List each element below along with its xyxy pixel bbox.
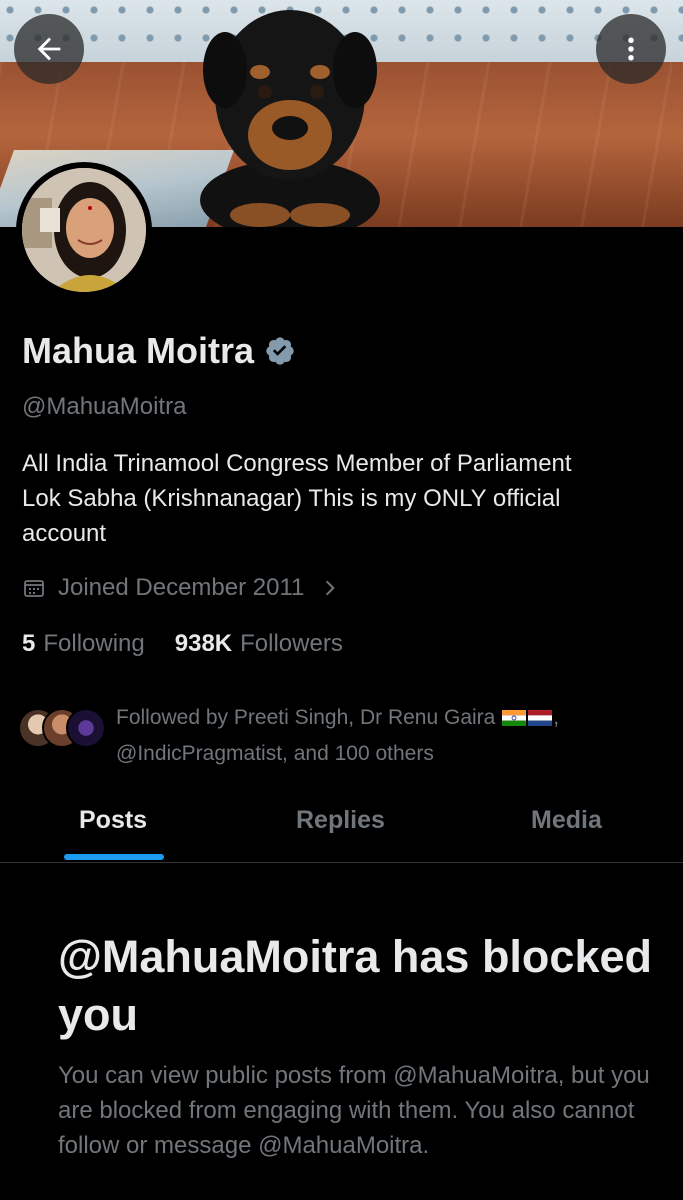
avatar[interactable] xyxy=(16,162,152,298)
blocked-message: You can view public posts from @MahuaMoi… xyxy=(58,1062,650,1159)
followed-by-text: Followed by Preeti Singh, Dr Renu Gaira … xyxy=(116,700,636,772)
follow-counts: 5 Following 938K Followers xyxy=(22,630,373,658)
puppy-image xyxy=(200,10,380,227)
tab-media[interactable]: Media xyxy=(531,806,602,835)
follower-avatar xyxy=(66,708,106,748)
verified-badge-icon xyxy=(266,337,294,365)
follower-avatars xyxy=(18,708,106,748)
followed-by[interactable]: Followed by Preeti Singh, Dr Renu Gaira … xyxy=(18,702,636,772)
blocked-title: @MahuaMoitra has blocked you xyxy=(58,931,652,1040)
followed-by-line2: @IndicPragmatist, and 100 others xyxy=(116,742,434,765)
active-tab-indicator xyxy=(64,854,164,860)
bio-line: account xyxy=(22,520,107,547)
tab-replies[interactable]: Replies xyxy=(296,806,385,835)
followers-link[interactable]: 938K Followers xyxy=(175,630,343,658)
more-options-button[interactable] xyxy=(596,14,666,84)
profile-tabs: Posts Replies Media xyxy=(0,790,683,863)
calendar-icon xyxy=(24,580,44,597)
joined-label: Joined December 2011 xyxy=(58,574,305,601)
arrow-left-icon xyxy=(37,37,61,61)
joined-date[interactable]: Joined December 2011 xyxy=(22,574,352,602)
netherlands-flag-icon xyxy=(528,710,553,727)
bio-line: Lok Sabha (Krishnanagar) This is my ONLY… xyxy=(22,485,561,512)
followed-by-separator: , xyxy=(553,706,560,729)
profile-name: Mahua Moitra xyxy=(22,330,255,371)
back-button[interactable] xyxy=(14,14,84,84)
profile-bio: All India Trinamool Congress Member of P… xyxy=(22,446,662,551)
following-count: 5 xyxy=(22,630,36,657)
india-flag-icon xyxy=(502,710,527,727)
followed-by-line1: Followed by Preeti Singh, Dr Renu Gaira xyxy=(116,706,496,729)
followers-count: 938K xyxy=(174,630,233,657)
following-label: Following xyxy=(43,630,145,657)
followers-label: Followers xyxy=(240,630,343,657)
following-link[interactable]: 5 Following xyxy=(22,630,145,658)
profile-name-row: Mahua Moitra xyxy=(22,330,296,372)
tab-posts[interactable]: Posts xyxy=(79,806,147,835)
chevron-right-icon xyxy=(326,580,336,596)
avatar-image xyxy=(22,168,146,292)
profile-handle: @MahuaMoitra xyxy=(22,393,187,420)
bio-line: All India Trinamool Congress Member of P… xyxy=(22,450,572,477)
more-vertical-icon xyxy=(628,37,634,61)
